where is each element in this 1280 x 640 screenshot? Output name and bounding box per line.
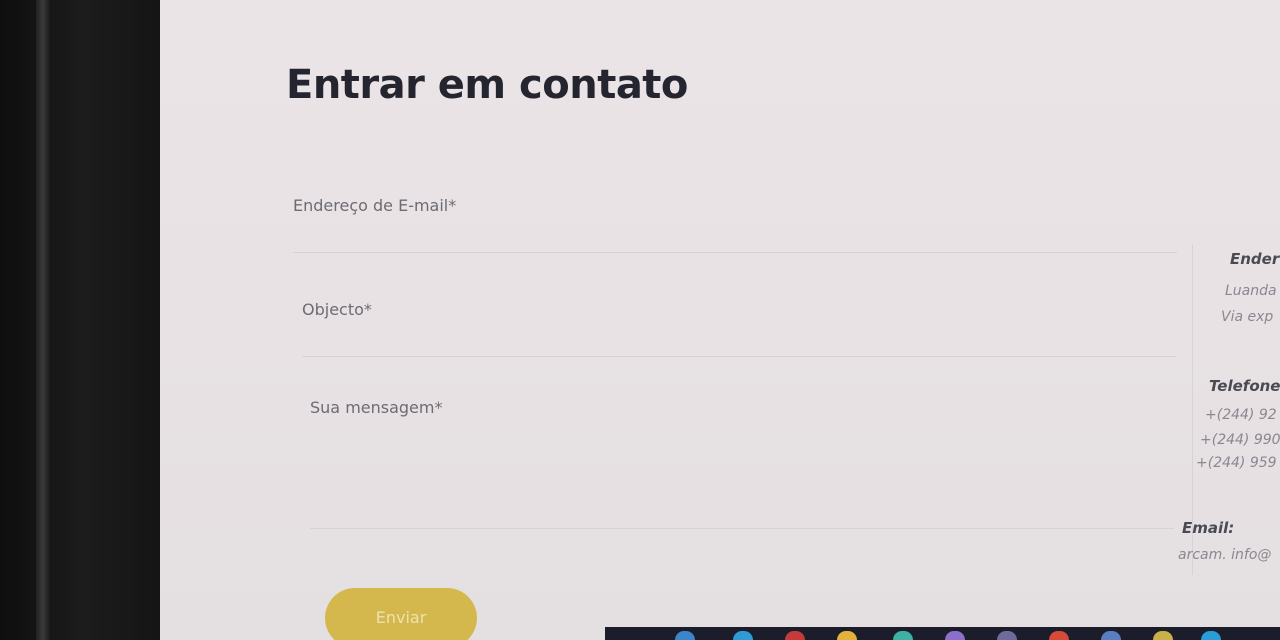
edge-icon[interactable] [893, 631, 913, 640]
contact-page: Entrar em contato Endereço de E-mail* Ob… [160, 0, 1280, 640]
phone-number[interactable]: +(244) 92 [1205, 407, 1277, 423]
app-icon[interactable] [1153, 631, 1173, 640]
app-icon[interactable] [1101, 631, 1121, 640]
folder-icon[interactable] [837, 631, 857, 640]
store-icon[interactable] [997, 631, 1017, 640]
page-title: Entrar em contato [286, 62, 688, 108]
address-line: Luanda [1225, 283, 1277, 299]
chrome-icon[interactable] [1049, 631, 1069, 640]
photos-icon[interactable] [945, 631, 965, 640]
message-field[interactable] [310, 424, 1174, 529]
email-label: Endereço de E-mail* [293, 196, 457, 215]
phone-number[interactable]: +(244) 959 [1196, 455, 1277, 471]
opera-icon[interactable] [785, 631, 805, 640]
phone-heading: Telefone: [1209, 377, 1280, 395]
email-heading: Email: [1182, 519, 1235, 537]
address-heading: Ender [1230, 250, 1280, 268]
address-line: Via exp [1221, 309, 1274, 325]
message-label: Sua mensagem* [310, 398, 443, 417]
submit-button[interactable]: Enviar [325, 588, 477, 640]
app-icon[interactable] [1201, 631, 1221, 640]
monitor-bezel-edge [36, 0, 50, 640]
email-field[interactable] [293, 222, 1177, 253]
task-view-icon[interactable] [733, 631, 753, 640]
subject-field[interactable] [302, 326, 1176, 357]
cortana-icon[interactable] [675, 631, 695, 640]
taskbar [605, 627, 1280, 640]
contact-email[interactable]: arcam. info@ [1178, 547, 1271, 563]
subject-label: Objecto* [302, 300, 372, 319]
phone-number[interactable]: +(244) 990 [1200, 432, 1280, 448]
